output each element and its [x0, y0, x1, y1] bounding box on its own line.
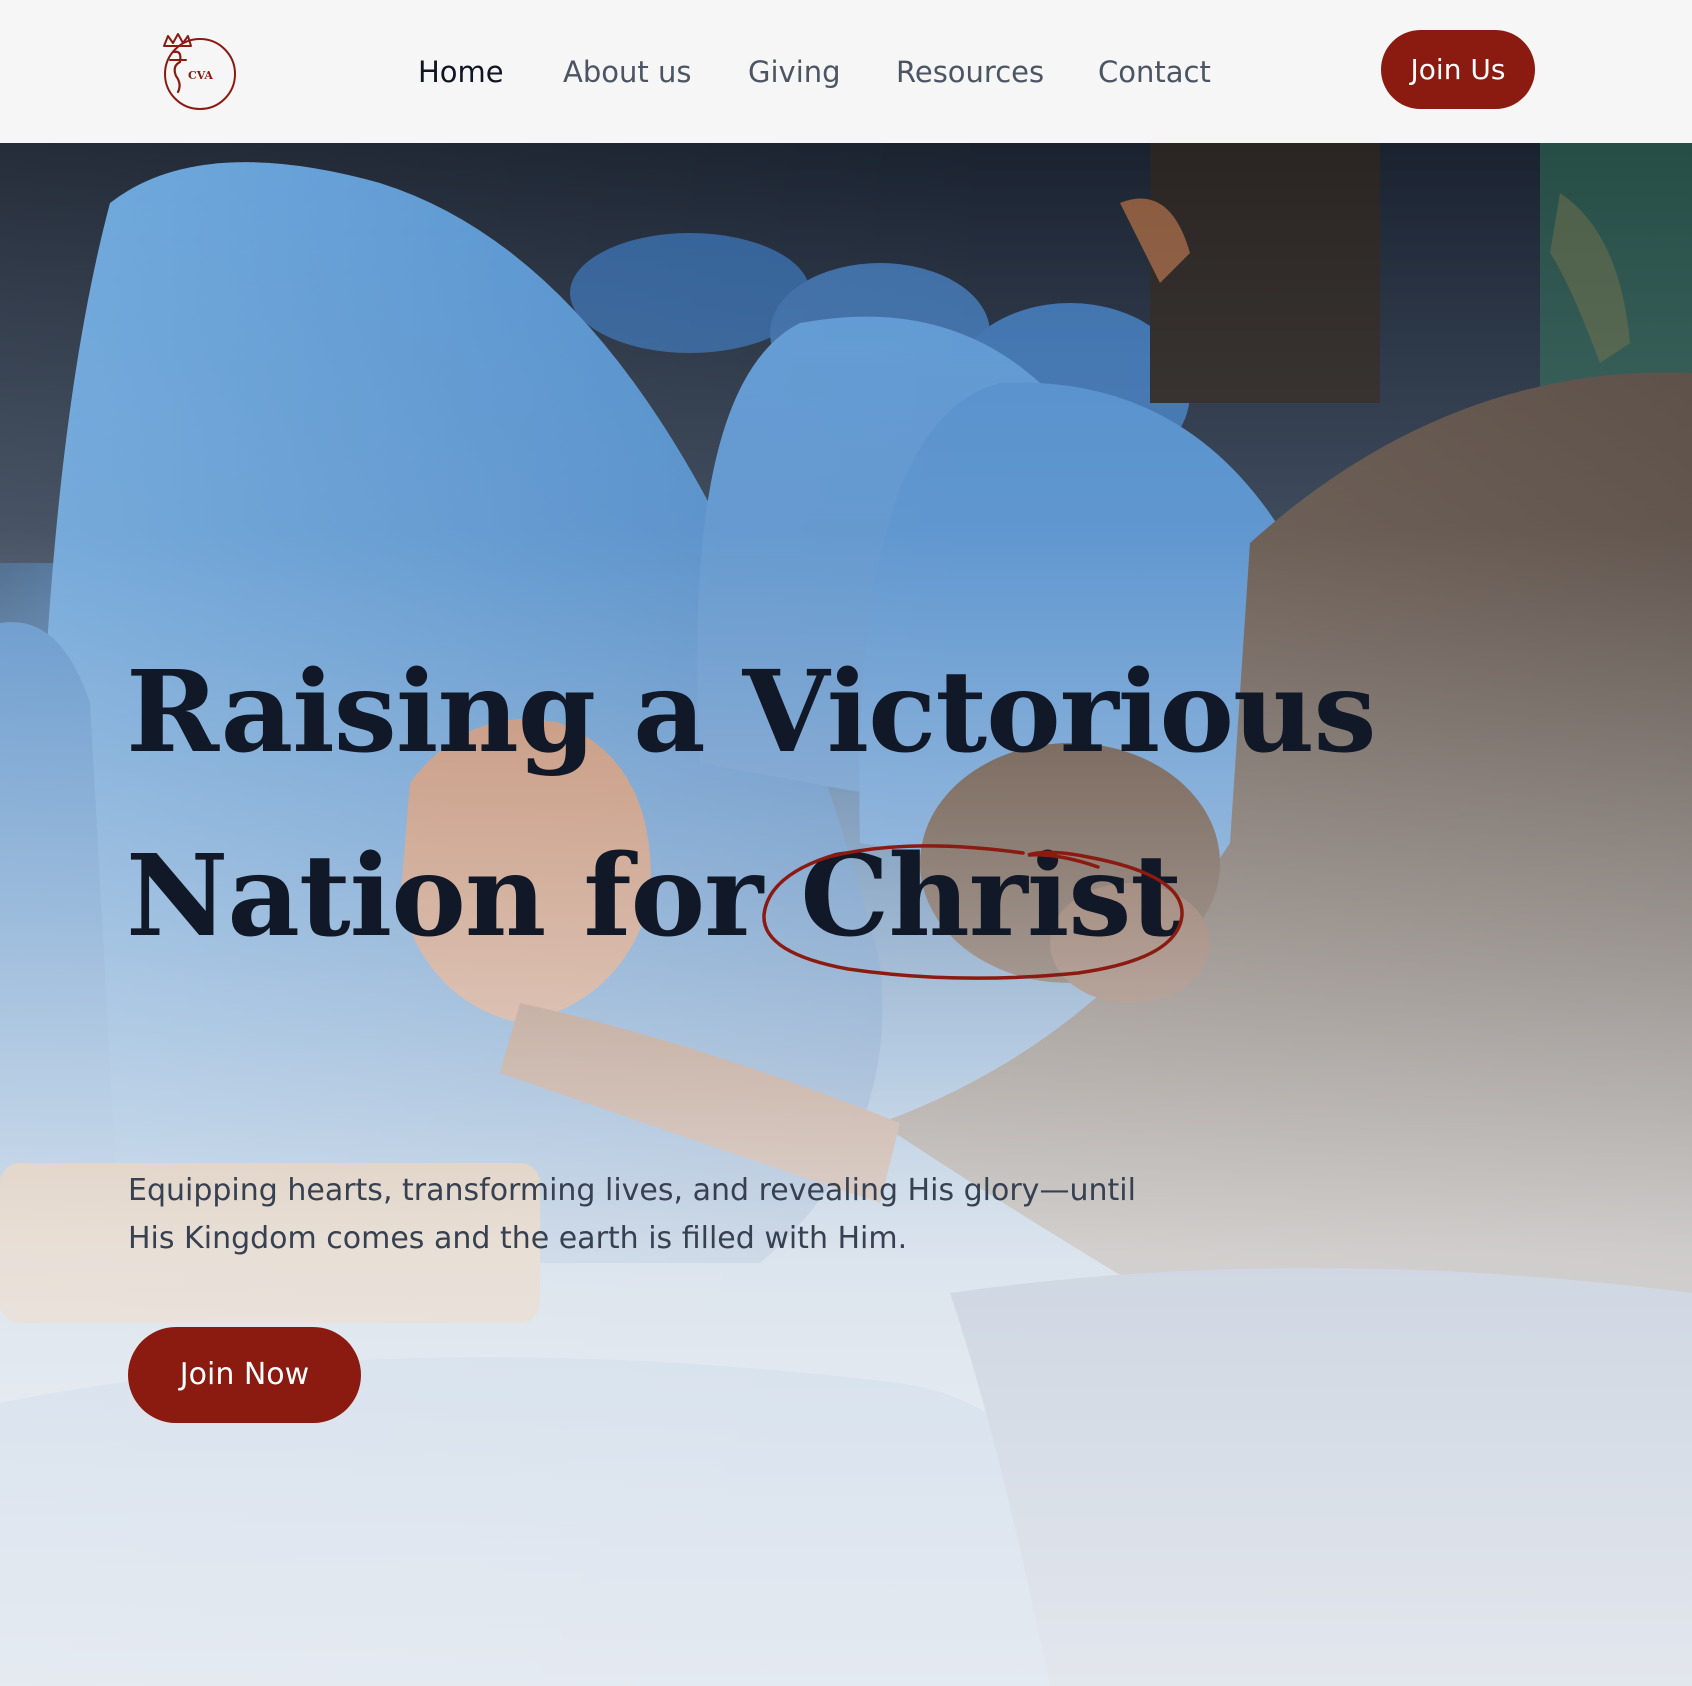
join-us-button[interactable]: Join Us: [1381, 30, 1535, 109]
hero-title-highlight: Christ: [762, 805, 1184, 989]
join-now-button[interactable]: Join Now: [128, 1327, 361, 1423]
nav-link-home[interactable]: Home: [418, 52, 504, 92]
hero-title-prefix: Nation for: [126, 831, 801, 962]
hero-title: Raising a Victorious Nation for Christ: [126, 621, 1377, 989]
site-header: CVA Home About us Giving Resources Conta…: [0, 0, 1692, 143]
hero-section: Raising a Victorious Nation for Christ E…: [0, 143, 1692, 1686]
nav-link-contact[interactable]: Contact: [1098, 52, 1211, 92]
hero-title-highlight-word: Christ: [800, 831, 1182, 962]
nav-link-about-us[interactable]: About us: [563, 52, 691, 92]
hero-title-line-1: Raising a Victorious: [126, 647, 1377, 778]
nav-link-giving[interactable]: Giving: [748, 52, 841, 92]
nav-link-resources[interactable]: Resources: [896, 52, 1044, 92]
hero-subtitle: Equipping hearts, transforming lives, an…: [128, 1173, 1136, 1256]
hero-title-line-2: Nation for Christ: [126, 805, 1326, 989]
